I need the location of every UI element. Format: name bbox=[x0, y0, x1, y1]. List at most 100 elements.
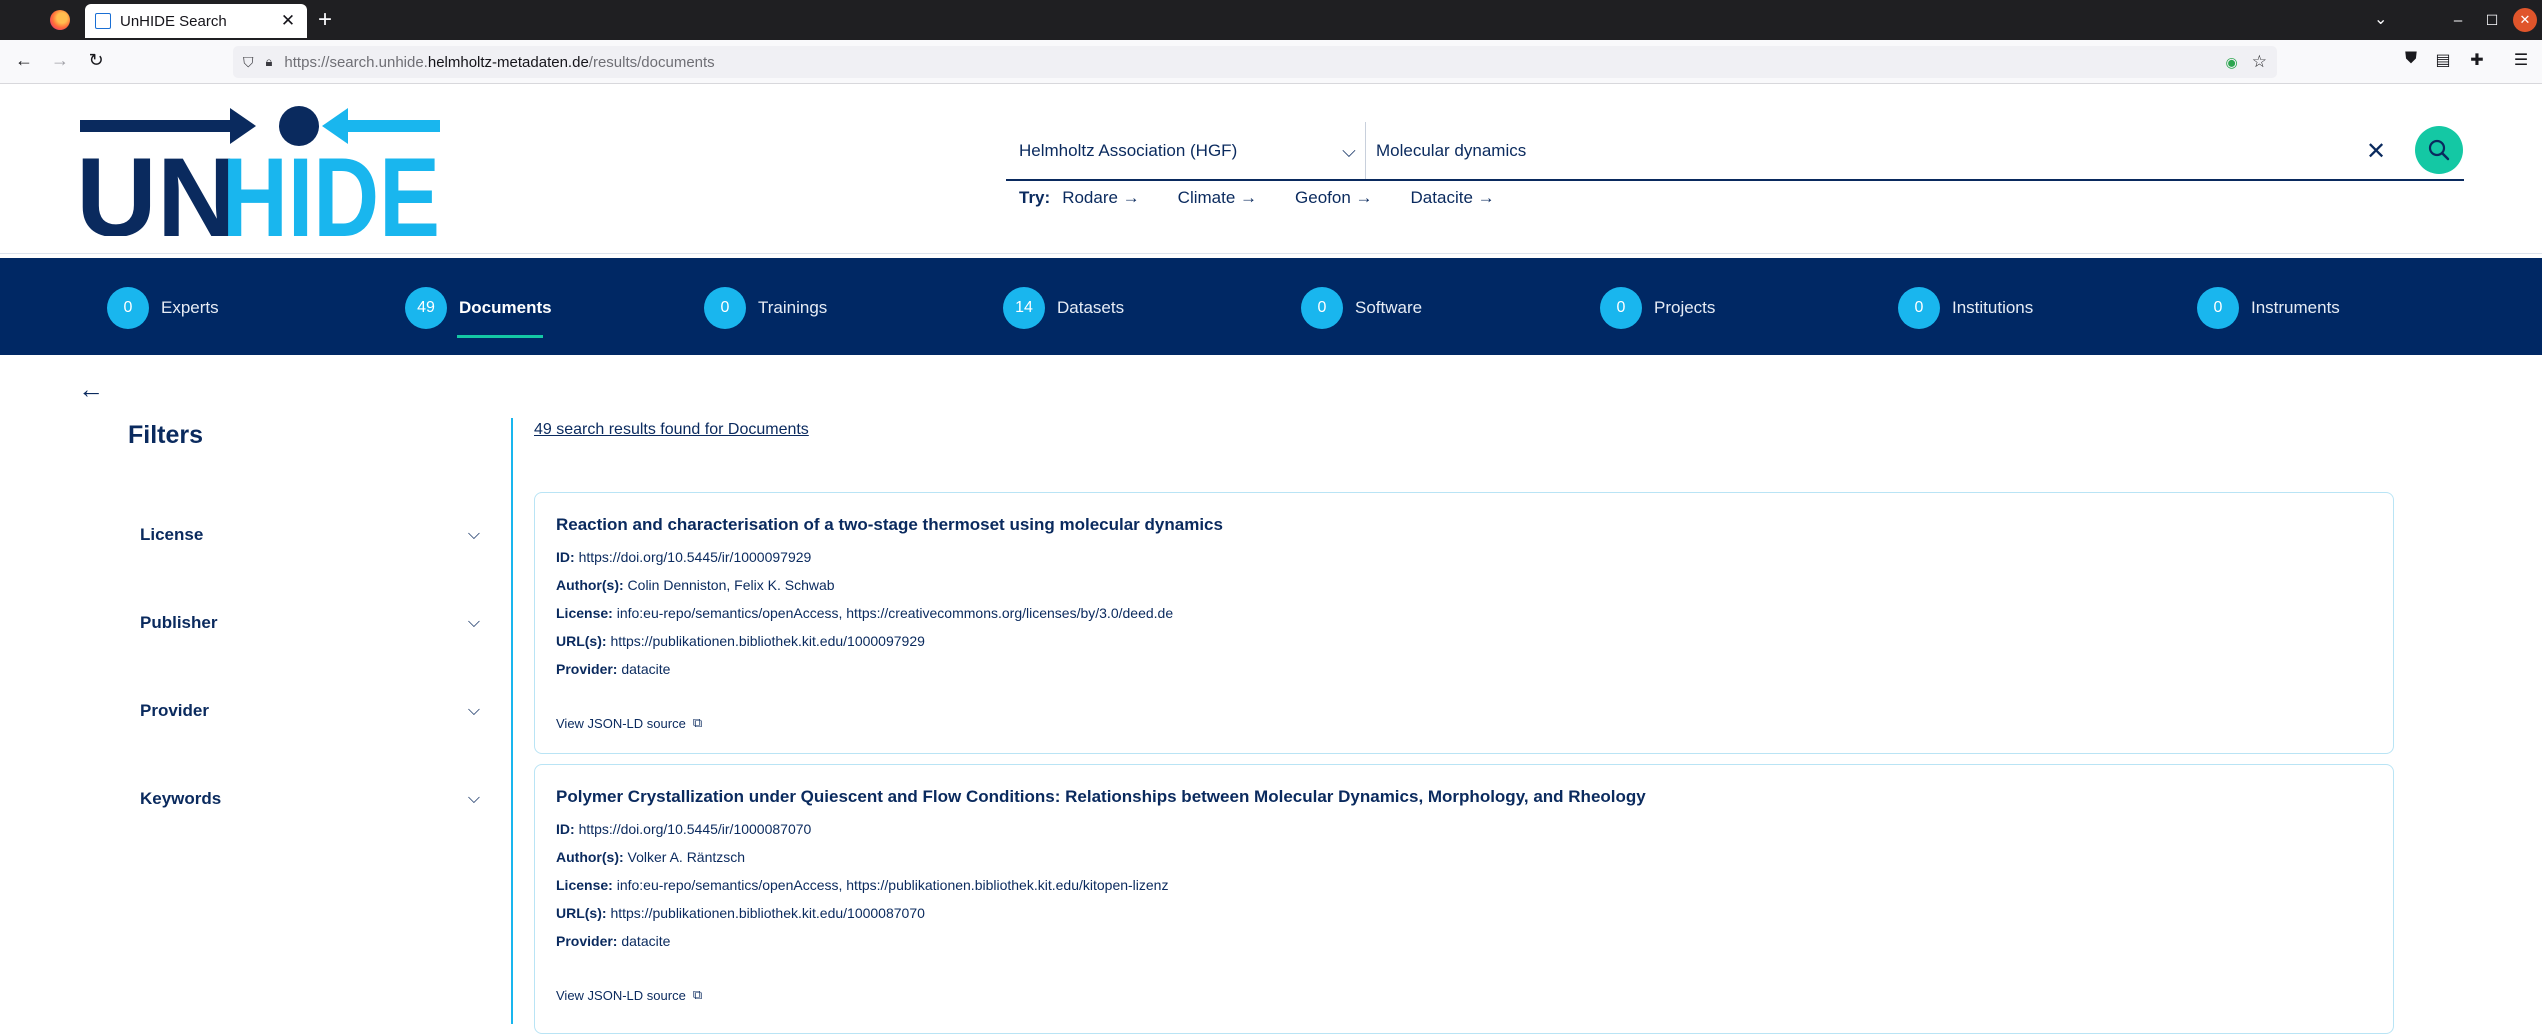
suggestion-climate[interactable]: Climate → bbox=[1178, 188, 1257, 208]
chevron-down-icon[interactable]: ⌵ bbox=[468, 702, 480, 720]
tab-software[interactable]: 0 Software bbox=[1301, 287, 1422, 329]
search-button[interactable] bbox=[2415, 126, 2463, 174]
count-badge: 49 bbox=[405, 287, 447, 329]
unhide-logo[interactable]: UN HIDE bbox=[80, 104, 440, 236]
filter-label: License bbox=[140, 525, 204, 544]
minimize-icon[interactable]: – bbox=[2446, 8, 2470, 32]
result-authors: Author(s): Colin Denniston, Felix K. Sch… bbox=[556, 577, 835, 593]
search-input[interactable] bbox=[1376, 141, 2356, 161]
firefox-icon[interactable] bbox=[50, 10, 70, 30]
clear-icon[interactable]: ✕ bbox=[2356, 137, 2396, 166]
result-title[interactable]: Polymer Crystallization under Quiescent … bbox=[556, 787, 1646, 807]
result-title[interactable]: Reaction and characterisation of a two-s… bbox=[556, 515, 1223, 535]
result-urls: URL(s): https://publikationen.bibliothek… bbox=[556, 905, 925, 921]
chevron-down-icon[interactable]: ⌄ bbox=[2374, 9, 2387, 29]
search-underline bbox=[1006, 179, 2464, 181]
search-field[interactable]: ✕ bbox=[1376, 122, 2396, 180]
bookmark-star-icon[interactable]: ☆ bbox=[2252, 52, 2267, 72]
filter-keywords[interactable]: Keywords ⌵ bbox=[140, 784, 480, 814]
reload-icon[interactable]: ↻ bbox=[84, 50, 108, 71]
new-tab-icon[interactable]: + bbox=[318, 6, 332, 34]
tab-projects[interactable]: 0 Projects bbox=[1600, 287, 1715, 329]
tab-title: UnHIDE Search bbox=[120, 12, 227, 30]
count-badge: 14 bbox=[1003, 287, 1045, 329]
forward-icon[interactable]: → bbox=[48, 50, 72, 71]
back-icon[interactable]: ← bbox=[12, 50, 36, 71]
filter-label: Keywords bbox=[140, 789, 222, 808]
scope-value: Helmholtz Association (HGF) bbox=[1019, 141, 1238, 160]
try-label: Try: bbox=[1019, 188, 1051, 207]
tab-documents[interactable]: 49 Documents bbox=[405, 287, 552, 329]
suggestion-rodare[interactable]: Rodare → bbox=[1062, 188, 1139, 208]
lock-icon[interactable]: 🔒︎ bbox=[266, 54, 273, 70]
back-arrow-icon[interactable]: ← bbox=[78, 374, 104, 405]
filter-label: Provider bbox=[140, 701, 209, 720]
favicon-icon: UnHIDE bbox=[95, 13, 111, 29]
tab-trainings[interactable]: 0 Trainings bbox=[704, 287, 827, 329]
svg-text:UN: UN bbox=[80, 135, 238, 236]
result-id: ID: https://doi.org/10.5445/ir/100009792… bbox=[556, 549, 812, 565]
filter-publisher[interactable]: Publisher ⌵ bbox=[140, 608, 480, 638]
header-divider bbox=[0, 253, 2542, 254]
shield-icon[interactable]: ⛉ bbox=[243, 54, 254, 71]
chevron-down-icon[interactable]: ⌵ bbox=[468, 614, 480, 632]
json-ld-link[interactable]: View JSON-LD source ⧉ bbox=[556, 987, 702, 1003]
chevron-down-icon[interactable]: ⌵ bbox=[468, 790, 480, 808]
address-bar[interactable]: ⛉ 🔒︎ https://search.unhide.helmholtz-met… bbox=[233, 46, 2277, 78]
count-badge: 0 bbox=[1898, 287, 1940, 329]
result-urls: URL(s): https://publikationen.bibliothek… bbox=[556, 633, 925, 649]
menu-icon[interactable]: ☰ bbox=[2510, 50, 2532, 70]
external-link-icon: ⧉ bbox=[692, 987, 703, 1002]
tab-datasets[interactable]: 14 Datasets bbox=[1003, 287, 1124, 329]
result-license: License: info:eu-repo/semantics/openAcce… bbox=[556, 605, 1174, 621]
result-provider: Provider: datacite bbox=[556, 933, 671, 949]
tab-label: Institutions bbox=[1952, 298, 2034, 317]
url-text[interactable]: https://search.unhide.helmholtz-metadate… bbox=[284, 54, 2225, 71]
active-tab-indicator bbox=[457, 335, 543, 338]
count-badge: 0 bbox=[1600, 287, 1642, 329]
search-icon bbox=[2428, 139, 2450, 161]
result-authors: Author(s): Volker A. Räntzsch bbox=[556, 849, 746, 865]
external-link-icon: ⧉ bbox=[692, 715, 703, 730]
chevron-down-icon[interactable]: ⌵ bbox=[468, 526, 480, 544]
tab-label: Datasets bbox=[1057, 298, 1125, 317]
sidebar-icon[interactable]: ▤ bbox=[2432, 50, 2454, 70]
browser-toolbar: ← → ↻ ⛉ 🔒︎ https://search.unhide.helmhol… bbox=[0, 40, 2542, 84]
window-close-icon[interactable]: ✕ bbox=[2513, 8, 2537, 32]
result-card[interactable]: Reaction and characterisation of a two-s… bbox=[534, 492, 2394, 754]
results-summary[interactable]: 49 search results found for Documents bbox=[534, 421, 809, 439]
maximize-icon[interactable]: ☐ bbox=[2480, 8, 2504, 32]
tab-instruments[interactable]: 0 Instruments bbox=[2197, 287, 2340, 329]
filters-title: Filters bbox=[128, 421, 204, 449]
filter-provider[interactable]: Provider ⌵ bbox=[140, 696, 480, 726]
tab-institutions[interactable]: 0 Institutions bbox=[1898, 287, 2033, 329]
tab-label: Trainings bbox=[758, 298, 828, 317]
results-divider bbox=[511, 418, 513, 1024]
extensions-icon[interactable]: ✚ bbox=[2466, 50, 2488, 70]
count-badge: 0 bbox=[704, 287, 746, 329]
extension-icon[interactable]: ◉ bbox=[2226, 54, 2238, 71]
close-tab-icon[interactable]: ✕ bbox=[279, 11, 297, 31]
tab-label: Experts bbox=[161, 298, 219, 317]
result-card[interactable]: Polymer Crystallization under Quiescent … bbox=[534, 764, 2394, 1034]
search-suggestions: Try: Rodare → Climate → Geofon → Datacit… bbox=[1019, 188, 1533, 208]
pocket-icon[interactable]: ⛊ bbox=[2400, 50, 2422, 68]
json-ld-link[interactable]: View JSON-LD source ⧉ bbox=[556, 715, 702, 731]
filter-license[interactable]: License ⌵ bbox=[140, 520, 480, 550]
tab-label: Projects bbox=[1654, 298, 1716, 317]
tab-label: Instruments bbox=[2251, 298, 2340, 317]
chevron-down-icon[interactable]: ⌵ bbox=[1333, 141, 1365, 162]
suggestion-datacite[interactable]: Datacite → bbox=[1411, 188, 1495, 208]
browser-tab-strip: UnHIDE UnHIDE Search ✕ + ⌄ – ☐ ✕ bbox=[0, 0, 2542, 40]
filter-label: Publisher bbox=[140, 613, 218, 632]
svg-text:HIDE: HIDE bbox=[222, 135, 440, 236]
browser-tab[interactable]: UnHIDE UnHIDE Search ✕ bbox=[85, 4, 307, 38]
tab-experts[interactable]: 0 Experts bbox=[107, 287, 219, 329]
result-license: License: info:eu-repo/semantics/openAcce… bbox=[556, 877, 1169, 893]
count-badge: 0 bbox=[2197, 287, 2239, 329]
suggestion-geofon[interactable]: Geofon → bbox=[1295, 188, 1373, 208]
count-badge: 0 bbox=[107, 287, 149, 329]
scope-dropdown[interactable]: Helmholtz Association (HGF) ⌵ bbox=[1006, 122, 1366, 180]
category-tabs: 0 Experts 49 Documents 0 Trainings 14 Da… bbox=[0, 258, 2542, 355]
result-id: ID: https://doi.org/10.5445/ir/100008707… bbox=[556, 821, 812, 837]
